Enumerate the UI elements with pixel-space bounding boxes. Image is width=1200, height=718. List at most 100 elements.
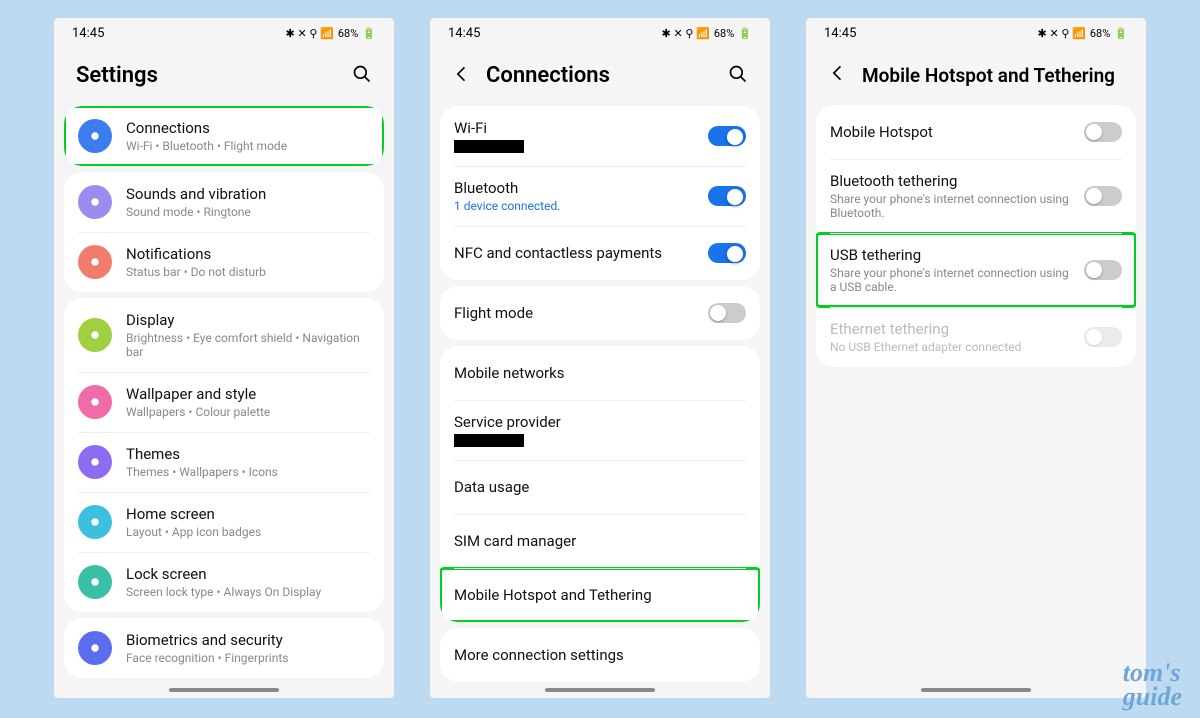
item-title: Mobile Hotspot xyxy=(830,123,1070,141)
search-icon[interactable] xyxy=(352,64,372,88)
redacted-text xyxy=(454,434,524,447)
status-icons: ✱ ✕ ⚲ 📶 68%🔋 xyxy=(662,27,753,40)
header: Settings xyxy=(54,45,394,100)
item-subtitle: Wallpapers • Colour palette xyxy=(126,405,370,419)
item-title: Connections xyxy=(126,119,370,137)
clock: 14:45 xyxy=(824,26,856,41)
connection-item-mobile-networks[interactable]: Mobile networks xyxy=(440,346,760,400)
home-indicator[interactable] xyxy=(545,688,655,692)
status-icons: ✱ ✕ ⚲ 📶 68%🔋 xyxy=(286,27,377,40)
item-subtitle: Themes • Wallpapers • Icons xyxy=(126,465,370,479)
item-subtitle: Screen lock type • Always On Display xyxy=(126,585,370,599)
search-icon[interactable] xyxy=(728,64,748,88)
settings-item-wallpaper-and-style[interactable]: Wallpaper and style Wallpapers • Colour p… xyxy=(64,372,384,432)
settings-item-connections[interactable]: Connections Wi-Fi • Bluetooth • Flight mo… xyxy=(64,106,384,166)
header: Connections xyxy=(430,45,770,100)
clock: 14:45 xyxy=(72,26,104,41)
watermark: tom's guide xyxy=(1123,661,1182,708)
item-title: More connection settings xyxy=(454,646,746,664)
item-title: NFC and contactless payments xyxy=(454,244,694,262)
toggle[interactable] xyxy=(708,303,746,323)
connection-item-service-provider[interactable]: Service provider xyxy=(440,400,760,460)
category-icon xyxy=(78,185,112,219)
item-title: USB tethering xyxy=(830,246,1070,264)
status-bar: 14:45 ✱ ✕ ⚲ 📶 68%🔋 xyxy=(54,18,394,45)
home-indicator[interactable] xyxy=(169,688,279,692)
item-title: Mobile networks xyxy=(454,364,746,382)
item-title: SIM card manager xyxy=(454,532,746,550)
toggle[interactable] xyxy=(1084,186,1122,206)
connection-item-wi-fi[interactable]: Wi-Fi xyxy=(440,106,760,166)
tethering-item-mobile-hotspot[interactable]: Mobile Hotspot xyxy=(816,105,1136,159)
toggle[interactable] xyxy=(708,126,746,146)
item-subtitle: Face recognition • Fingerprints xyxy=(126,651,370,665)
phone-settings: 14:45 ✱ ✕ ⚲ 📶 68%🔋 Settings Connections W… xyxy=(54,18,394,698)
item-subtitle: Share your phone's internet connection u… xyxy=(830,192,1070,220)
item-title: Service provider xyxy=(454,413,746,431)
header: Mobile Hotspot and Tethering xyxy=(806,45,1146,99)
category-icon xyxy=(78,631,112,665)
redacted-text xyxy=(454,140,524,153)
toggle[interactable] xyxy=(1084,260,1122,280)
connection-item-more-connection-settings[interactable]: More connection settings xyxy=(440,628,760,682)
tethering-item-bluetooth-tethering[interactable]: Bluetooth tethering Share your phone's in… xyxy=(816,159,1136,233)
settings-item-notifications[interactable]: Notifications Status bar • Do not disturb xyxy=(64,232,384,292)
toggle xyxy=(1084,327,1122,347)
connection-item-data-usage[interactable]: Data usage xyxy=(440,460,760,514)
page-title: Settings xyxy=(76,63,338,88)
toggle[interactable] xyxy=(708,186,746,206)
back-button[interactable] xyxy=(452,64,472,88)
item-title: Themes xyxy=(126,445,370,463)
connection-item-nfc-and-contactless-payments[interactable]: NFC and contactless payments xyxy=(440,226,760,280)
phone-tethering: 14:45 ✱ ✕ ⚲ 📶 68%🔋 Mobile Hotspot and Te… xyxy=(806,18,1146,698)
item-title: Flight mode xyxy=(454,304,694,322)
phone-connections: 14:45 ✱ ✕ ⚲ 📶 68%🔋 Connections Wi-Fi Blue… xyxy=(430,18,770,698)
item-title: Biometrics and security xyxy=(126,631,370,649)
item-title: Wi-Fi xyxy=(454,119,694,137)
settings-item-sounds-and-vibration[interactable]: Sounds and vibration Sound mode • Rington… xyxy=(64,172,384,232)
item-title: Ethernet tethering xyxy=(830,320,1070,338)
item-title: Mobile Hotspot and Tethering xyxy=(454,586,746,604)
toggle[interactable] xyxy=(708,243,746,263)
settings-item-lock-screen[interactable]: Lock screen Screen lock type • Always On … xyxy=(64,552,384,612)
item-subtitle: Wi-Fi • Bluetooth • Flight mode xyxy=(126,139,370,153)
connection-item-flight-mode[interactable]: Flight mode xyxy=(440,286,760,340)
item-title: Notifications xyxy=(126,245,370,263)
item-title: Sounds and vibration xyxy=(126,185,370,203)
settings-item-home-screen[interactable]: Home screen Layout • App icon badges xyxy=(64,492,384,552)
connection-item-sim-card-manager[interactable]: SIM card manager xyxy=(440,514,760,568)
item-title: Bluetooth tethering xyxy=(830,172,1070,190)
page-title: Mobile Hotspot and Tethering xyxy=(862,64,1124,87)
item-title: Lock screen xyxy=(126,565,370,583)
back-button[interactable] xyxy=(828,63,848,87)
item-subtitle: Layout • App icon badges xyxy=(126,525,370,539)
item-title: Data usage xyxy=(454,478,746,496)
settings-item-display[interactable]: DisplayBrightness • Eye comfort shield •… xyxy=(64,298,384,372)
home-indicator[interactable] xyxy=(921,688,1031,692)
tethering-item-usb-tethering[interactable]: USB tetheringShare your phone's internet… xyxy=(816,233,1136,307)
category-icon xyxy=(78,245,112,279)
tethering-item-ethernet-tethering: Ethernet tetheringNo USB Ethernet adapte… xyxy=(816,307,1136,367)
status-icons: ✱ ✕ ⚲ 📶 68%🔋 xyxy=(1038,27,1129,40)
clock: 14:45 xyxy=(448,26,480,41)
tethering-list: Mobile Hotspot Bluetooth tethering Share y… xyxy=(816,105,1136,367)
page-title: Connections xyxy=(486,63,714,88)
connection-item-mobile-hotspot-and-tethering[interactable]: Mobile Hotspot and Tethering xyxy=(440,568,760,622)
item-subtitle: Brightness • Eye comfort shield • Naviga… xyxy=(126,331,370,359)
toggle[interactable] xyxy=(1084,122,1122,142)
item-subtitle: Status bar • Do not disturb xyxy=(126,265,370,279)
settings-item-themes[interactable]: Themes Themes • Wallpapers • Icons xyxy=(64,432,384,492)
category-icon xyxy=(78,119,112,153)
category-icon xyxy=(78,565,112,599)
category-icon xyxy=(78,505,112,539)
item-title: Home screen xyxy=(126,505,370,523)
status-bar: 14:45 ✱ ✕ ⚲ 📶 68%🔋 xyxy=(430,18,770,45)
settings-list: Connections Wi-Fi • Bluetooth • Flight mo… xyxy=(54,100,394,684)
item-title: Bluetooth xyxy=(454,179,694,197)
settings-item-biometrics-and-security[interactable]: Biometrics and security Face recognition … xyxy=(64,618,384,678)
item-subtitle: Sound mode • Ringtone xyxy=(126,205,370,219)
category-icon xyxy=(78,445,112,479)
connections-list: Wi-Fi Bluetooth1 device connected. NFC and… xyxy=(430,100,770,688)
item-title: Wallpaper and style xyxy=(126,385,370,403)
connection-item-bluetooth[interactable]: Bluetooth1 device connected. xyxy=(440,166,760,226)
